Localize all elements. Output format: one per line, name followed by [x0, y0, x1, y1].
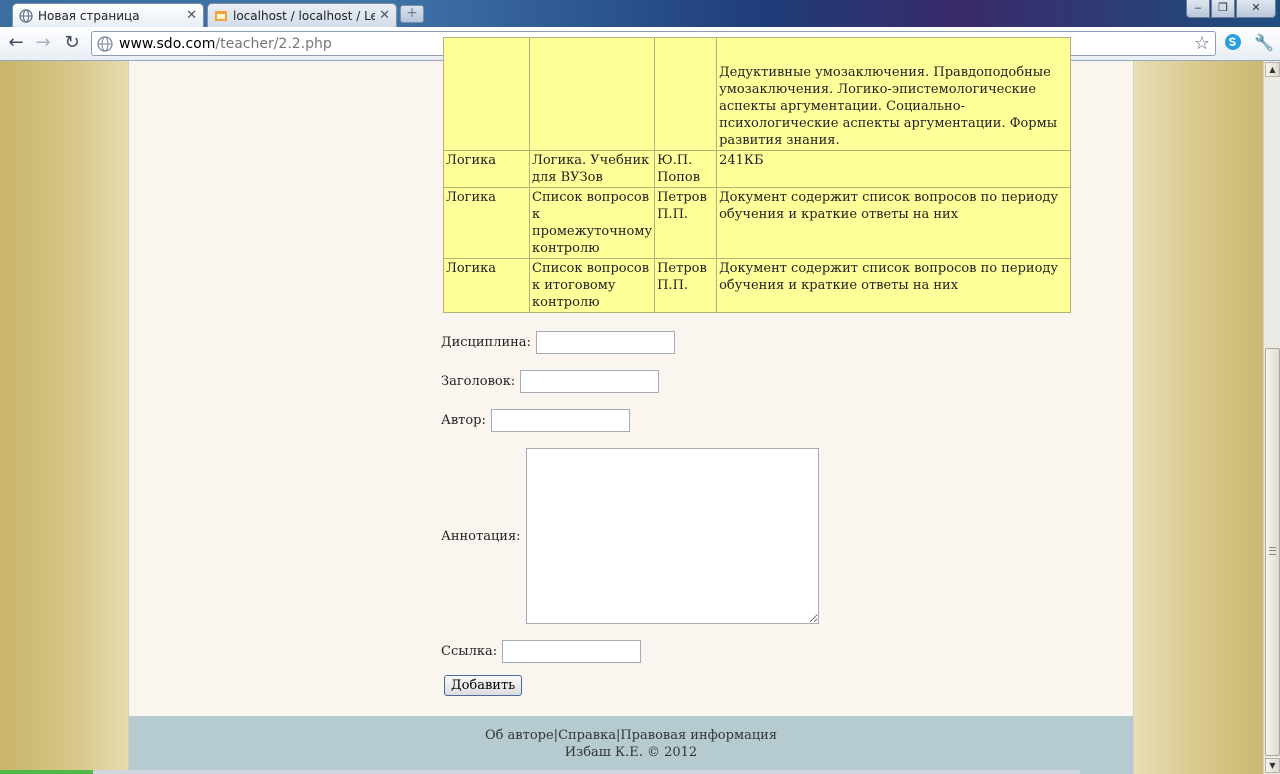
- new-tab-button[interactable]: +: [400, 5, 424, 23]
- skype-icon: [1225, 34, 1241, 50]
- about-author-link[interactable]: Об авторе: [485, 728, 554, 743]
- forward-arrow-icon[interactable]: →: [32, 32, 54, 54]
- scroll-down-icon[interactable]: ▼: [1265, 758, 1280, 773]
- discipline-cell: [443, 37, 530, 151]
- tab-new-page[interactable]: Новая страница ✕: [12, 3, 204, 27]
- materials-table: Дедуктивные умозаключения. Правдоподобны…: [443, 37, 1071, 313]
- globe-icon: [97, 35, 113, 52]
- author-row: Автор:: [441, 409, 630, 432]
- author-label: Автор:: [441, 413, 486, 428]
- phpmyadmin-icon: [215, 10, 227, 21]
- annotation-textarea[interactable]: [525, 448, 819, 624]
- link-row: Ссылка:: [441, 640, 642, 663]
- title-input[interactable]: [520, 370, 660, 393]
- table-row: Логика Список вопросов к итоговому контр…: [443, 258, 1071, 313]
- close-tab-icon[interactable]: ✕: [379, 8, 390, 23]
- add-button[interactable]: Добавить: [444, 675, 523, 696]
- wrench-icon[interactable]: 🔧: [1254, 33, 1274, 53]
- copyright-text: Избаш К.Е. © 2012: [564, 745, 698, 760]
- reload-icon[interactable]: ↻: [61, 32, 83, 54]
- restore-icon[interactable]: ❐: [1211, 0, 1235, 18]
- title-cell: Логика. Учебник для ВУЗов: [528, 150, 656, 188]
- title-row: Заголовок:: [441, 370, 660, 393]
- annotation-label: Аннотация:: [441, 528, 521, 544]
- discipline-cell: Логика: [443, 150, 530, 188]
- scroll-thumb[interactable]: [1265, 348, 1280, 756]
- tab-localhost[interactable]: localhost / localhost / LearnSys ✕: [207, 3, 397, 27]
- help-link[interactable]: Справка: [558, 728, 616, 743]
- annotation-cell: 241КБ: [716, 150, 1071, 188]
- scroll-up-icon[interactable]: ▲: [1265, 62, 1280, 77]
- back-arrow-icon[interactable]: ←: [5, 32, 27, 54]
- discipline-cell: Логика: [443, 258, 530, 313]
- title-label: Заголовок:: [441, 374, 516, 389]
- grip-icon: [1269, 547, 1276, 555]
- footer-links: Об авторе|Справка|Правовая информация: [129, 727, 1133, 744]
- vertical-scrollbar[interactable]: ▲ ▼: [1263, 61, 1280, 774]
- globe-icon: [19, 8, 33, 23]
- page-footer: Об авторе|Справка|Правовая информация Из…: [129, 716, 1133, 774]
- discipline-label: Дисциплина:: [441, 335, 531, 350]
- url-host: www.sdo.com: [119, 35, 216, 52]
- title-cell: [528, 37, 656, 151]
- window-controls: ‒ ❐ ✕: [1185, 0, 1276, 18]
- link-label: Ссылка:: [441, 644, 498, 659]
- annotation-cell: Документ содержит список вопросов по пер…: [716, 187, 1071, 259]
- tab-label: Новая страница: [38, 8, 140, 23]
- title-cell: Список вопросов к промежуточному контрол…: [528, 187, 656, 259]
- page-container: Дедуктивные умозаключения. Правдоподобны…: [128, 37, 1134, 774]
- close-tab-icon[interactable]: ✕: [186, 8, 197, 23]
- table-row: Дедуктивные умозаключения. Правдоподобны…: [443, 37, 1071, 151]
- title-cell: Список вопросов к итоговому контролю: [528, 258, 656, 313]
- annotation-cell: Документ содержит список вопросов по пер…: [716, 258, 1071, 313]
- table-row: Логика Список вопросов к промежуточному …: [443, 187, 1071, 259]
- discipline-row: Дисциплина:: [441, 331, 675, 354]
- author-cell: [654, 37, 718, 151]
- legal-info-link[interactable]: Правовая информация: [620, 728, 777, 743]
- discipline-cell: Логика: [443, 187, 530, 259]
- table-row: Логика Логика. Учебник для ВУЗов Ю.П. По…: [443, 150, 1071, 188]
- annotation-cell: Дедуктивные умозаключения. Правдоподобны…: [716, 37, 1071, 151]
- taskbar-start-highlight: [0, 770, 93, 774]
- link-input[interactable]: [502, 640, 642, 663]
- annotation-row: Аннотация:: [441, 448, 819, 624]
- author-input[interactable]: [490, 409, 630, 432]
- skype-extension-icon[interactable]: [1223, 33, 1243, 53]
- taskbar-strip: [0, 770, 1080, 774]
- url-path: /teacher/2.2.php: [215, 35, 332, 52]
- tab-strip: Новая страница ✕ localhost / localhost /…: [0, 0, 1280, 27]
- tab-label: localhost / localhost / LearnSys: [233, 8, 375, 23]
- discipline-input[interactable]: [535, 331, 675, 354]
- minimize-icon[interactable]: ‒: [1186, 0, 1210, 18]
- author-cell: Петров П.П.: [654, 258, 718, 313]
- bookmark-star-icon[interactable]: ☆: [1194, 33, 1210, 54]
- author-cell: Петров П.П.: [654, 187, 718, 259]
- close-window-icon[interactable]: ✕: [1236, 0, 1276, 18]
- author-cell: Ю.П. Попов: [654, 150, 718, 188]
